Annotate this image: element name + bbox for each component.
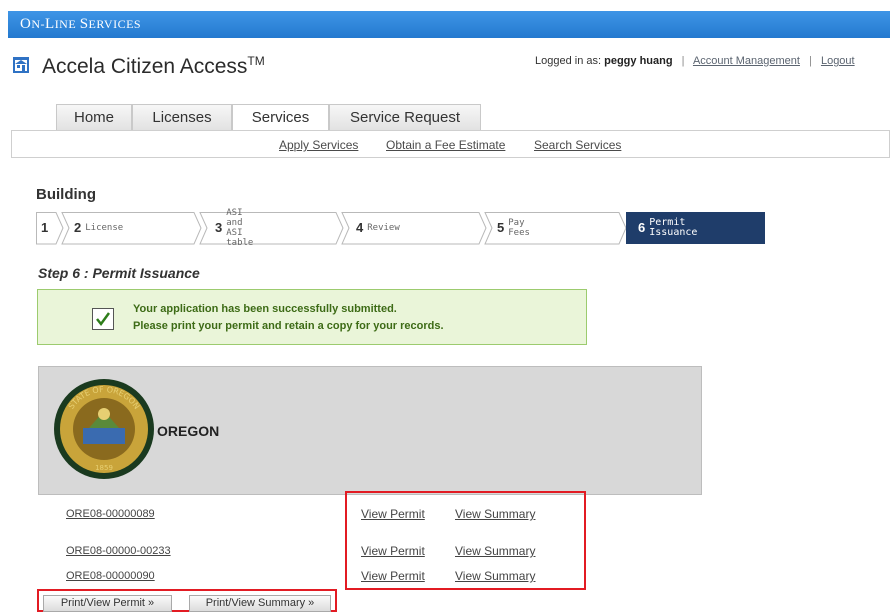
highlight-view-links	[345, 491, 586, 590]
success-line-2: Please print your permit and retain a co…	[133, 320, 444, 332]
logged-in-label: Logged in as:	[535, 55, 602, 67]
tab-home[interactable]: Home	[56, 104, 132, 130]
tab-licenses[interactable]: Licenses	[132, 104, 232, 130]
agency-panel: STATE OF OREGON 1859 OREGON	[38, 366, 702, 495]
username: peggy huang	[604, 55, 673, 67]
record-link[interactable]: ORE08-00000-00233	[66, 545, 171, 557]
record-link[interactable]: ORE08-00000089	[66, 508, 155, 520]
fee-estimate-link[interactable]: Obtain a Fee Estimate	[386, 138, 505, 152]
services-subnav: Apply Services Obtain a Fee Estimate Sea…	[11, 130, 890, 158]
section-title: Building	[36, 186, 96, 203]
oregon-seal-icon: STATE OF OREGON 1859	[54, 379, 154, 479]
login-info: Logged in as: peggy huang | Account Mana…	[535, 55, 855, 67]
tab-services[interactable]: Services	[232, 104, 329, 131]
svg-text:1859: 1859	[95, 464, 113, 472]
apply-services-link[interactable]: Apply Services	[279, 138, 358, 152]
logout-link[interactable]: Logout	[821, 55, 855, 67]
success-line-1: Your application has been successfully s…	[133, 303, 397, 315]
record-link[interactable]: ORE08-00000090	[66, 570, 155, 582]
agency-name: OREGON	[157, 423, 220, 439]
app-title: Accela Citizen AccessTM	[42, 54, 265, 78]
search-services-link[interactable]: Search Services	[534, 138, 621, 152]
account-management-link[interactable]: Account Management	[693, 55, 800, 67]
success-message: Your application has been successfully s…	[37, 289, 587, 345]
step-title: Step 6 : Permit Issuance	[38, 265, 200, 281]
tab-service-request[interactable]: Service Request	[329, 104, 481, 130]
print-view-summary-button[interactable]: Print/View Summary »	[189, 595, 331, 612]
step-arrows	[36, 212, 627, 245]
banner-title: ON-LINE SERVICES	[20, 16, 142, 32]
building-icon	[13, 57, 29, 73]
check-icon	[92, 308, 114, 330]
online-services-banner: ON-LINE SERVICES	[8, 11, 890, 38]
print-view-permit-button[interactable]: Print/View Permit »	[43, 595, 172, 612]
